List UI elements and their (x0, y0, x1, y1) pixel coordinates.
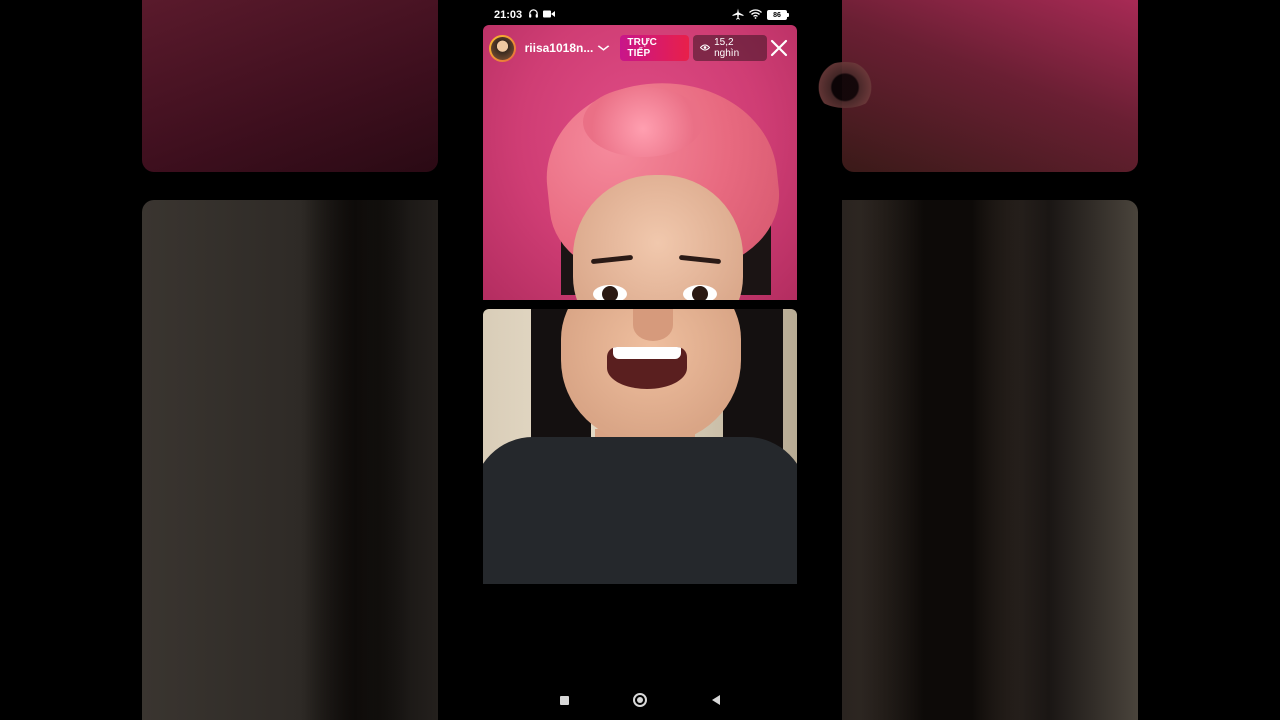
live-badge-label: TRỰC TIẾP (627, 37, 657, 59)
username-label[interactable]: riisa1018n... (525, 41, 594, 55)
host-eye-right (683, 285, 717, 300)
battery-icon: 86 (767, 10, 789, 20)
airplane-mode-icon (732, 8, 744, 23)
background-blur-top-left (142, 0, 438, 172)
guest-nose (633, 309, 673, 341)
home-icon (633, 693, 647, 707)
guest-mouth (607, 347, 687, 389)
status-time: 21:03 (494, 9, 523, 21)
avatar[interactable] (489, 34, 516, 62)
guest-shirt (483, 437, 797, 584)
video-camera-icon (543, 9, 556, 22)
home-button[interactable] (630, 690, 650, 710)
headphones-icon (528, 8, 539, 22)
close-button[interactable] (767, 36, 791, 60)
recents-icon (559, 695, 569, 705)
wifi-icon (749, 8, 762, 22)
phone-screen: 21:03 86 riisa1018n... TRỰC TIẾP 15,2 ng… (483, 0, 797, 720)
live-header: riisa1018n... TRỰC TIẾP 15,2 nghìn (483, 25, 797, 71)
host-eye-left (593, 285, 627, 300)
close-icon (771, 39, 788, 57)
back-icon (712, 695, 720, 705)
navigation-bar (483, 688, 797, 712)
background-hair-left (300, 200, 410, 720)
background-hair-right (860, 200, 1020, 720)
guest-video-tile[interactable] (483, 309, 797, 584)
viewer-count-badge[interactable]: 15,2 nghìn (693, 35, 768, 61)
avatar-image (491, 36, 514, 60)
background-blur-top-right (842, 0, 1138, 172)
recents-button[interactable] (554, 690, 574, 710)
live-badge: TRỰC TIẾP (620, 35, 690, 61)
back-button[interactable] (706, 690, 726, 710)
chevron-down-icon[interactable] (597, 43, 611, 54)
status-right-group: 86 (732, 8, 789, 23)
eye-icon (699, 43, 711, 54)
viewer-count: 15,2 nghìn (714, 37, 740, 59)
status-bar: 21:03 86 (483, 6, 797, 24)
host-towel-swirl (583, 87, 703, 157)
background-eye-detail (810, 62, 880, 108)
